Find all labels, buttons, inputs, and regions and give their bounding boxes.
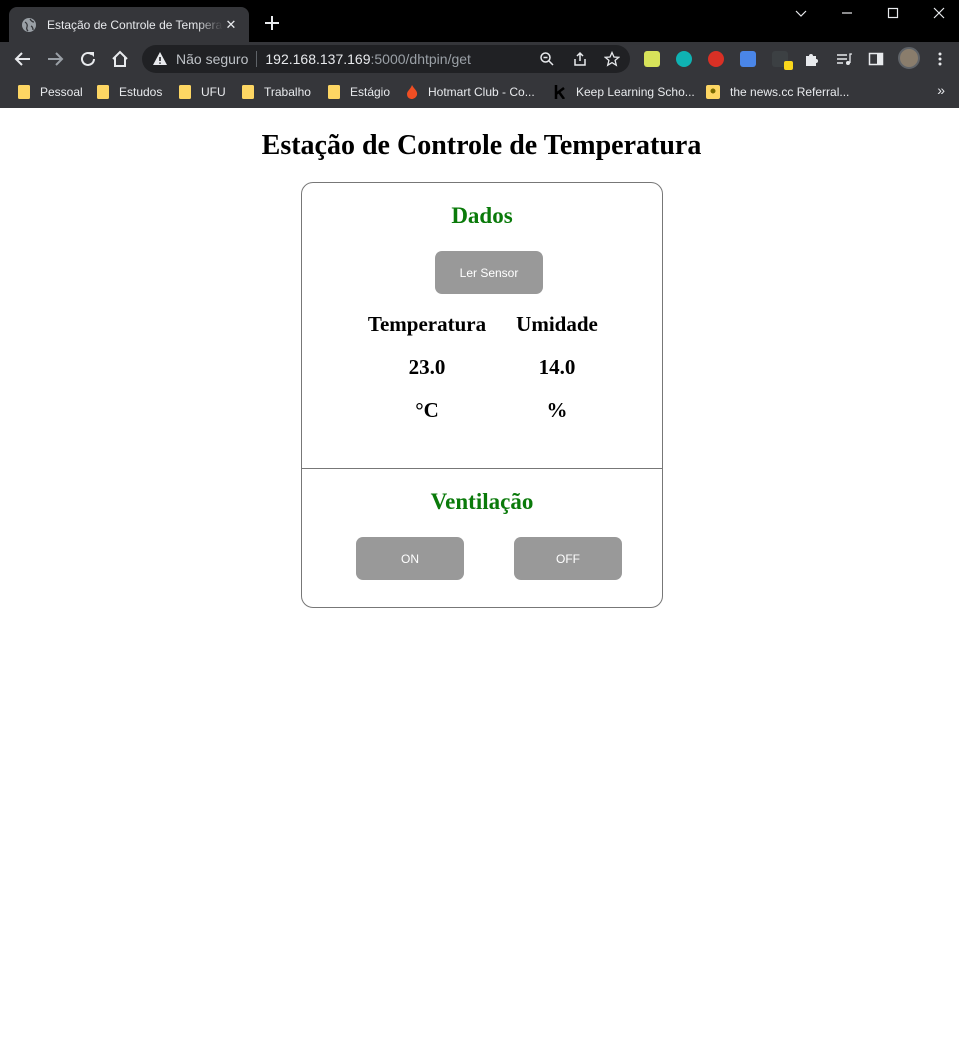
bookmarks-bar: Pessoal Estudos UFU Trabalho Estágio Hot… [0, 76, 959, 108]
ventilacao-heading: Ventilação [430, 489, 534, 514]
bookmark-label: Trabalho [264, 85, 311, 99]
media-list-icon[interactable] [836, 51, 852, 67]
star-icon[interactable] [604, 51, 620, 67]
reload-icon[interactable] [79, 50, 97, 68]
url-host: 192.168.137.169 [265, 51, 371, 67]
news-icon [706, 85, 720, 99]
section-divider [302, 468, 662, 469]
humidity-unit: % [546, 398, 568, 422]
extension-icon-3[interactable] [708, 51, 724, 67]
bookmark-label: Estudos [119, 85, 163, 99]
kebab-menu-icon[interactable] [932, 51, 948, 67]
extension-icon-1[interactable] [644, 51, 660, 67]
share-icon[interactable] [572, 51, 588, 67]
page-viewport: Estação de Controle de Temperatura Dados… [0, 110, 959, 1048]
folder-icon [97, 85, 109, 99]
close-window-icon[interactable] [928, 4, 950, 22]
forward-arrow-icon[interactable] [46, 50, 64, 68]
bookmarks-overflow-icon[interactable]: » [937, 82, 945, 98]
security-label[interactable]: Não seguro [176, 51, 248, 67]
bookmark-keep-learning[interactable]: Keep Learning Scho... [554, 83, 695, 101]
avatar[interactable] [898, 47, 920, 69]
omnibox-separator [256, 51, 258, 67]
temperature-unit: °C [415, 398, 439, 422]
temperature-value: 23.0 [408, 355, 446, 379]
puzzle-icon[interactable] [804, 51, 820, 67]
home-icon[interactable] [111, 50, 129, 68]
bookmark-label: Hotmart Club - Co... [428, 85, 535, 99]
folder-icon [179, 85, 191, 99]
bookmark-hotmart[interactable]: Hotmart Club - Co... [406, 83, 535, 101]
bookmark-pessoal[interactable]: Pessoal [18, 83, 83, 101]
temperature-label: Temperatura [367, 312, 487, 336]
back-arrow-icon[interactable] [14, 50, 32, 68]
tab-search-chevron-icon[interactable] [790, 4, 812, 22]
bookmark-ufu[interactable]: UFU [179, 83, 226, 101]
address-bar[interactable]: Não seguro 192.168.137.169:5000/dhtpin/g… [142, 45, 630, 73]
url-path: :5000/dhtpin/get [370, 51, 471, 67]
new-tab-icon[interactable] [262, 13, 282, 33]
side-panel-icon[interactable] [868, 51, 884, 67]
fan-off-button[interactable]: OFF [514, 537, 622, 580]
folder-icon [328, 85, 340, 99]
humidity-label: Umidade [516, 312, 598, 336]
zoom-icon[interactable] [539, 51, 555, 67]
control-card: Dados Ler Sensor Temperatura Umidade 23.… [301, 182, 663, 608]
browser-toolbar: Não seguro 192.168.137.169:5000/dhtpin/g… [0, 42, 959, 76]
folder-icon [18, 85, 30, 99]
bookmark-estudos[interactable]: Estudos [97, 83, 162, 101]
bookmark-trabalho[interactable]: Trabalho [242, 83, 311, 101]
tab-title: Estação de Controle de Temperatura [47, 17, 223, 32]
humidity-value: 14.0 [538, 355, 576, 379]
extension-icon-2[interactable] [676, 51, 692, 67]
bookmark-the-news[interactable]: the news.cc Referral... [706, 83, 849, 101]
bookmark-label: Estágio [350, 85, 391, 99]
tab-close-icon[interactable]: ✕ [223, 17, 239, 33]
bookmark-label: Pessoal [40, 85, 83, 99]
bookmark-estagio[interactable]: Estágio [328, 83, 390, 101]
globe-icon [22, 17, 36, 32]
browser-tab[interactable]: Estação de Controle de Temperatura ✕ [9, 7, 249, 42]
k-logo-icon [554, 85, 566, 99]
fan-on-button[interactable]: ON [356, 537, 464, 580]
window-title-bar: Estação de Controle de Temperatura ✕ [0, 0, 959, 42]
warning-icon[interactable] [152, 51, 168, 67]
extension-icon-4[interactable] [740, 51, 756, 67]
page-title: Estação de Controle de Temperatura [261, 130, 702, 161]
minimize-icon[interactable] [836, 4, 858, 22]
folder-icon [242, 85, 254, 99]
maximize-icon[interactable] [882, 4, 904, 22]
bookmark-label: Keep Learning Scho... [576, 85, 695, 99]
read-sensor-button[interactable]: Ler Sensor [435, 251, 543, 294]
bookmark-label: the news.cc Referral... [730, 85, 850, 99]
dados-heading: Dados [451, 203, 513, 228]
bookmark-label: UFU [201, 85, 226, 99]
extension-badge [784, 61, 793, 70]
flame-icon [407, 85, 418, 99]
